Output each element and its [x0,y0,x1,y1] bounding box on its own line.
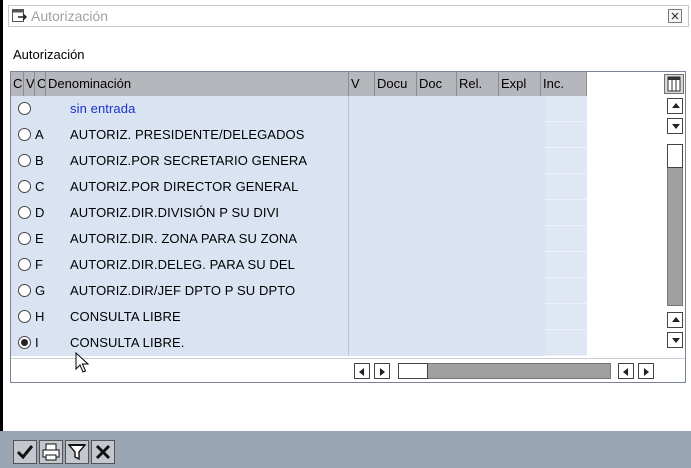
row-code: F [35,257,43,272]
list-item[interactable]: A AUTORIZ. PRESIDENTE/DELEGADOS [11,122,587,148]
scroll-left-icon[interactable] [618,363,634,379]
dialog-title: Autorización [31,8,109,24]
row-code: A [35,127,44,142]
column-header-denominacion[interactable]: Denominación [46,72,349,96]
grid-header-row: C V C Denominación V Docu Doc Rel. Expl … [11,72,587,96]
row-inc-cell [545,226,587,252]
row-label: CONSULTA LIBRE [70,309,181,324]
row-radio[interactable] [18,284,31,297]
row-code: H [35,309,45,324]
checkmark-icon[interactable] [13,440,37,464]
row-code: G [35,283,46,298]
row-radio[interactable] [18,128,31,141]
row-divider [348,148,349,174]
row-divider [348,226,349,252]
list-item[interactable]: B AUTORIZ.POR SECRETARIO GENERA [11,148,587,174]
row-code: C [35,179,45,194]
row-radio[interactable] [18,154,31,167]
row-code: I [35,335,39,350]
row-inc-cell [545,122,587,148]
row-divider [348,304,349,330]
row-divider [348,252,349,278]
row-divider [348,200,349,226]
row-divider [348,278,349,304]
list-item[interactable]: D AUTORIZ.DIR.DIVISIÓN P SU DIVI [11,200,587,226]
row-inc-cell [545,278,587,304]
row-radio[interactable] [18,310,31,323]
list-item[interactable]: H CONSULTA LIBRE [11,304,587,330]
row-radio-selected[interactable] [18,336,31,349]
vertical-scroll-thumb[interactable] [667,144,683,168]
column-header-docu[interactable]: Docu [375,72,417,96]
row-radio[interactable] [18,206,31,219]
row-label: CONSULTA LIBRE. [70,335,185,350]
dialog-titlebar: Autorización [8,5,689,27]
close-icon[interactable] [91,440,115,464]
row-divider [348,174,349,200]
column-header-c[interactable]: C [11,72,24,96]
row-label: AUTORIZ.POR SECRETARIO GENERA [70,153,308,168]
row-divider [348,330,349,356]
row-label: AUTORIZ. PRESIDENTE/DELEGADOS [70,127,305,142]
row-inc-cell [545,148,587,174]
row-label: AUTORIZ.DIR/JEF DPTO P SU DPTO [70,283,296,298]
row-inc-cell [545,252,587,278]
column-header-rel[interactable]: Rel. [457,72,499,96]
column-header-c2[interactable]: C [35,72,46,96]
horizontal-scroll-row [11,358,685,382]
section-label: Autorización [13,47,85,62]
row-inc-cell [545,330,587,356]
grid-rows: sin entrada A AUTORIZ. PRESIDENTE/DELEGA… [11,96,587,356]
scroll-right-icon[interactable] [374,363,390,379]
table-settings-icon[interactable] [664,74,684,94]
scroll-left-icon[interactable] [354,363,370,379]
list-item-selected[interactable]: I CONSULTA LIBRE. [11,330,587,356]
vertical-scrollbar[interactable] [666,98,684,354]
column-header-expl[interactable]: Expl [499,72,541,96]
filter-icon[interactable] [65,440,89,464]
row-inc-cell [545,174,587,200]
column-header-v[interactable]: V [24,72,35,96]
dialog-window-icon [12,9,28,23]
column-header-doc[interactable]: Doc [417,72,457,96]
scroll-right-icon[interactable] [638,363,654,379]
column-header-inc[interactable]: Inc. [541,72,587,96]
row-inc-cell [545,200,587,226]
row-label: AUTORIZ.DIR.DIVISIÓN P SU DIVI [70,205,280,220]
scroll-down-icon[interactable] [667,118,683,134]
row-label: AUTORIZ.POR DIRECTOR GENERAL [70,179,299,194]
row-code: B [35,153,44,168]
dialog-toolbar [0,431,691,468]
row-label: AUTORIZ.DIR. ZONA PARA SU ZONA [70,231,298,246]
list-item[interactable]: F AUTORIZ.DIR.DELEG. PARA SU DEL [11,252,587,278]
row-label: AUTORIZ.DIR.DELEG. PARA SU DEL [70,257,296,272]
vertical-scroll-track[interactable] [667,144,683,306]
list-item[interactable]: sin entrada [11,96,587,122]
window-left-edge [0,0,3,468]
printer-icon[interactable] [39,440,63,464]
row-label[interactable]: sin entrada [70,101,135,116]
scroll-down-icon[interactable] [667,332,683,348]
list-item[interactable]: C AUTORIZ.POR DIRECTOR GENERAL [11,174,587,200]
row-divider [348,122,349,148]
row-divider [348,96,349,122]
row-radio[interactable] [18,102,31,115]
mouse-pointer-icon [75,351,91,377]
row-radio[interactable] [18,258,31,271]
row-inc-cell [545,304,587,330]
list-item[interactable]: E AUTORIZ.DIR. ZONA PARA SU ZONA [11,226,587,252]
row-radio[interactable] [18,232,31,245]
close-icon[interactable] [668,9,682,23]
scroll-up-icon[interactable] [667,98,683,114]
horizontal-scroll-thumb[interactable] [398,363,428,379]
column-header-v2[interactable]: V [349,72,375,96]
scroll-up-icon[interactable] [667,312,683,328]
value-list-grid: C V C Denominación V Docu Doc Rel. Expl … [10,71,686,383]
row-code: E [35,231,44,246]
row-radio[interactable] [18,180,31,193]
horizontal-scroll-track[interactable] [398,363,611,379]
row-inc-cell [545,96,587,122]
row-code: D [35,205,45,220]
list-item[interactable]: G AUTORIZ.DIR/JEF DPTO P SU DPTO [11,278,587,304]
